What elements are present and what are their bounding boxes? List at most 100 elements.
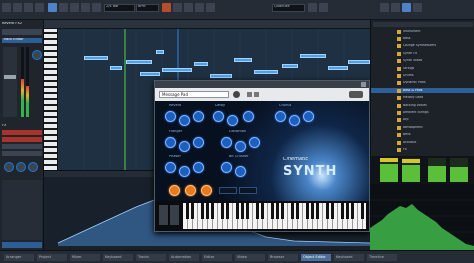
browser-item[interactable]: Drums — [371, 73, 474, 78]
bottom-tab[interactable]: Keyboard — [334, 254, 364, 261]
attack-knob[interactable] — [185, 185, 196, 196]
bottom-tab[interactable]: Object Editor — [301, 254, 331, 261]
reverb-knob-2[interactable] — [179, 115, 190, 126]
midi-note[interactable] — [300, 54, 326, 58]
browser-item[interactable]: Atmospheric — [371, 125, 474, 130]
close-icon[interactable] — [361, 82, 366, 87]
metronome-button[interactable] — [206, 3, 215, 12]
chorus-knob-2[interactable] — [289, 115, 300, 126]
midi-note[interactable] — [162, 68, 192, 72]
browser-item[interactable]: Bells — [371, 133, 474, 138]
delay-knob-2[interactable] — [227, 115, 238, 126]
browser-item[interactable]: Fx — [371, 147, 474, 152]
next-preset-icon[interactable] — [254, 92, 259, 97]
tempo-field[interactable]: BPM — [136, 4, 159, 12]
redo-icon[interactable] — [24, 3, 33, 12]
flanger-knob-1[interactable] — [165, 137, 176, 148]
filter-selector[interactable] — [219, 187, 237, 194]
delay-knob-3[interactable] — [243, 111, 254, 122]
volume-fader-track[interactable] — [3, 47, 17, 117]
fx-slot-3[interactable] — [2, 144, 42, 149]
record-button[interactable] — [162, 3, 171, 12]
chevron-down-icon[interactable] — [233, 91, 240, 98]
browser-search[interactable] — [373, 22, 473, 27]
browser-item[interactable]: Synth Stabs — [371, 59, 474, 64]
settings-icon[interactable] — [308, 3, 317, 12]
midi-note[interactable] — [110, 66, 122, 70]
send-knob-3[interactable] — [28, 162, 38, 172]
bitcrusher-knob-2[interactable] — [235, 166, 246, 177]
reverb-knob-3[interactable] — [193, 111, 204, 122]
bottom-tab[interactable]: Mixer — [70, 254, 100, 261]
save-icon[interactable] — [35, 3, 44, 12]
browser-item[interactable]: Bass — [371, 36, 474, 41]
send-knob-2[interactable] — [16, 162, 26, 172]
browser-item[interactable]: Arp — [371, 118, 474, 123]
midi-note[interactable] — [282, 64, 298, 68]
flanger-knob-3[interactable] — [193, 137, 204, 148]
browser-item[interactable]: Acoustic — [371, 140, 474, 145]
browser-item[interactable]: Bass & Pads — [371, 88, 474, 94]
distortion-knob-1[interactable] — [221, 137, 232, 148]
browser-tab-icon[interactable] — [380, 3, 389, 12]
track-list[interactable] — [2, 180, 42, 240]
fx-slot-2[interactable] — [2, 137, 42, 142]
quantize-field[interactable]: Quantize — [272, 4, 305, 12]
browser-item[interactable]: Strings — [371, 66, 474, 71]
bottom-tab[interactable]: Editor — [202, 254, 232, 261]
help-icon[interactable] — [413, 3, 422, 12]
bottom-tab[interactable]: Timeline — [367, 254, 397, 261]
browser-item[interactable]: Instrument — [371, 29, 474, 34]
distortion-knob-3[interactable] — [249, 137, 260, 148]
midi-note[interactable] — [254, 70, 278, 74]
reverb-knob-1[interactable] — [165, 111, 176, 122]
pan-knob[interactable] — [32, 50, 42, 60]
search-icon[interactable] — [391, 3, 400, 12]
bitcrusher-knob-1[interactable] — [221, 162, 232, 173]
midi-note[interactable] — [194, 62, 208, 66]
distortion-knob-2[interactable] — [235, 141, 246, 152]
midi-note[interactable] — [210, 74, 232, 78]
chorus-knob-1[interactable] — [275, 111, 286, 122]
erase-tool-icon[interactable] — [70, 3, 79, 12]
mixer-tab-icon[interactable] — [402, 3, 411, 12]
browser-item[interactable]: Synth FX — [371, 51, 474, 56]
midi-note[interactable] — [156, 50, 164, 54]
midi-note[interactable] — [126, 60, 152, 64]
undo-icon[interactable] — [13, 3, 22, 12]
bottom-tab[interactable]: Tracks — [136, 254, 166, 261]
previous-preset-icon[interactable] — [247, 92, 252, 97]
phaser-knob-1[interactable] — [165, 162, 176, 173]
timeline-ruler[interactable] — [44, 20, 370, 29]
piano-keys[interactable] — [44, 29, 58, 170]
plugin-title-bar[interactable] — [155, 81, 369, 88]
pointer-tool-icon[interactable] — [48, 3, 57, 12]
zoom-tool-icon[interactable] — [92, 3, 101, 12]
midi-note[interactable] — [84, 56, 108, 60]
loop-button[interactable] — [195, 3, 204, 12]
draw-tool-icon[interactable] — [59, 3, 68, 12]
bottom-tab[interactable]: Automation — [169, 254, 199, 261]
file-menu-icon[interactable] — [2, 3, 11, 12]
fx-slot-1[interactable] — [2, 130, 42, 135]
preset-selector[interactable]: Message Pad — [159, 91, 229, 98]
phaser-knob-2[interactable] — [179, 166, 190, 177]
midi-note[interactable] — [328, 66, 348, 70]
track-editor-header[interactable]: Track Editor — [2, 38, 42, 43]
send-knob-1[interactable] — [4, 162, 14, 172]
chorus-knob-3[interactable] — [303, 111, 314, 122]
track-preset-selector[interactable] — [2, 29, 42, 35]
bottom-tab[interactable]: Keyboard — [103, 254, 133, 261]
bottom-tab[interactable]: Project — [37, 254, 67, 261]
cut-tool-icon[interactable] — [81, 3, 90, 12]
midi-note[interactable] — [140, 72, 160, 76]
browser-item[interactable]: Melody Lead — [371, 96, 474, 101]
power-button[interactable] — [349, 91, 363, 98]
flanger-knob-2[interactable] — [179, 141, 190, 152]
delay-knob-1[interactable] — [213, 111, 224, 122]
browser-item[interactable]: Dynamic Pads — [371, 81, 474, 86]
stop-button[interactable] — [184, 3, 193, 12]
release-knob[interactable] — [201, 185, 212, 196]
phaser-knob-3[interactable] — [193, 162, 204, 173]
volume-knob[interactable] — [169, 185, 180, 196]
